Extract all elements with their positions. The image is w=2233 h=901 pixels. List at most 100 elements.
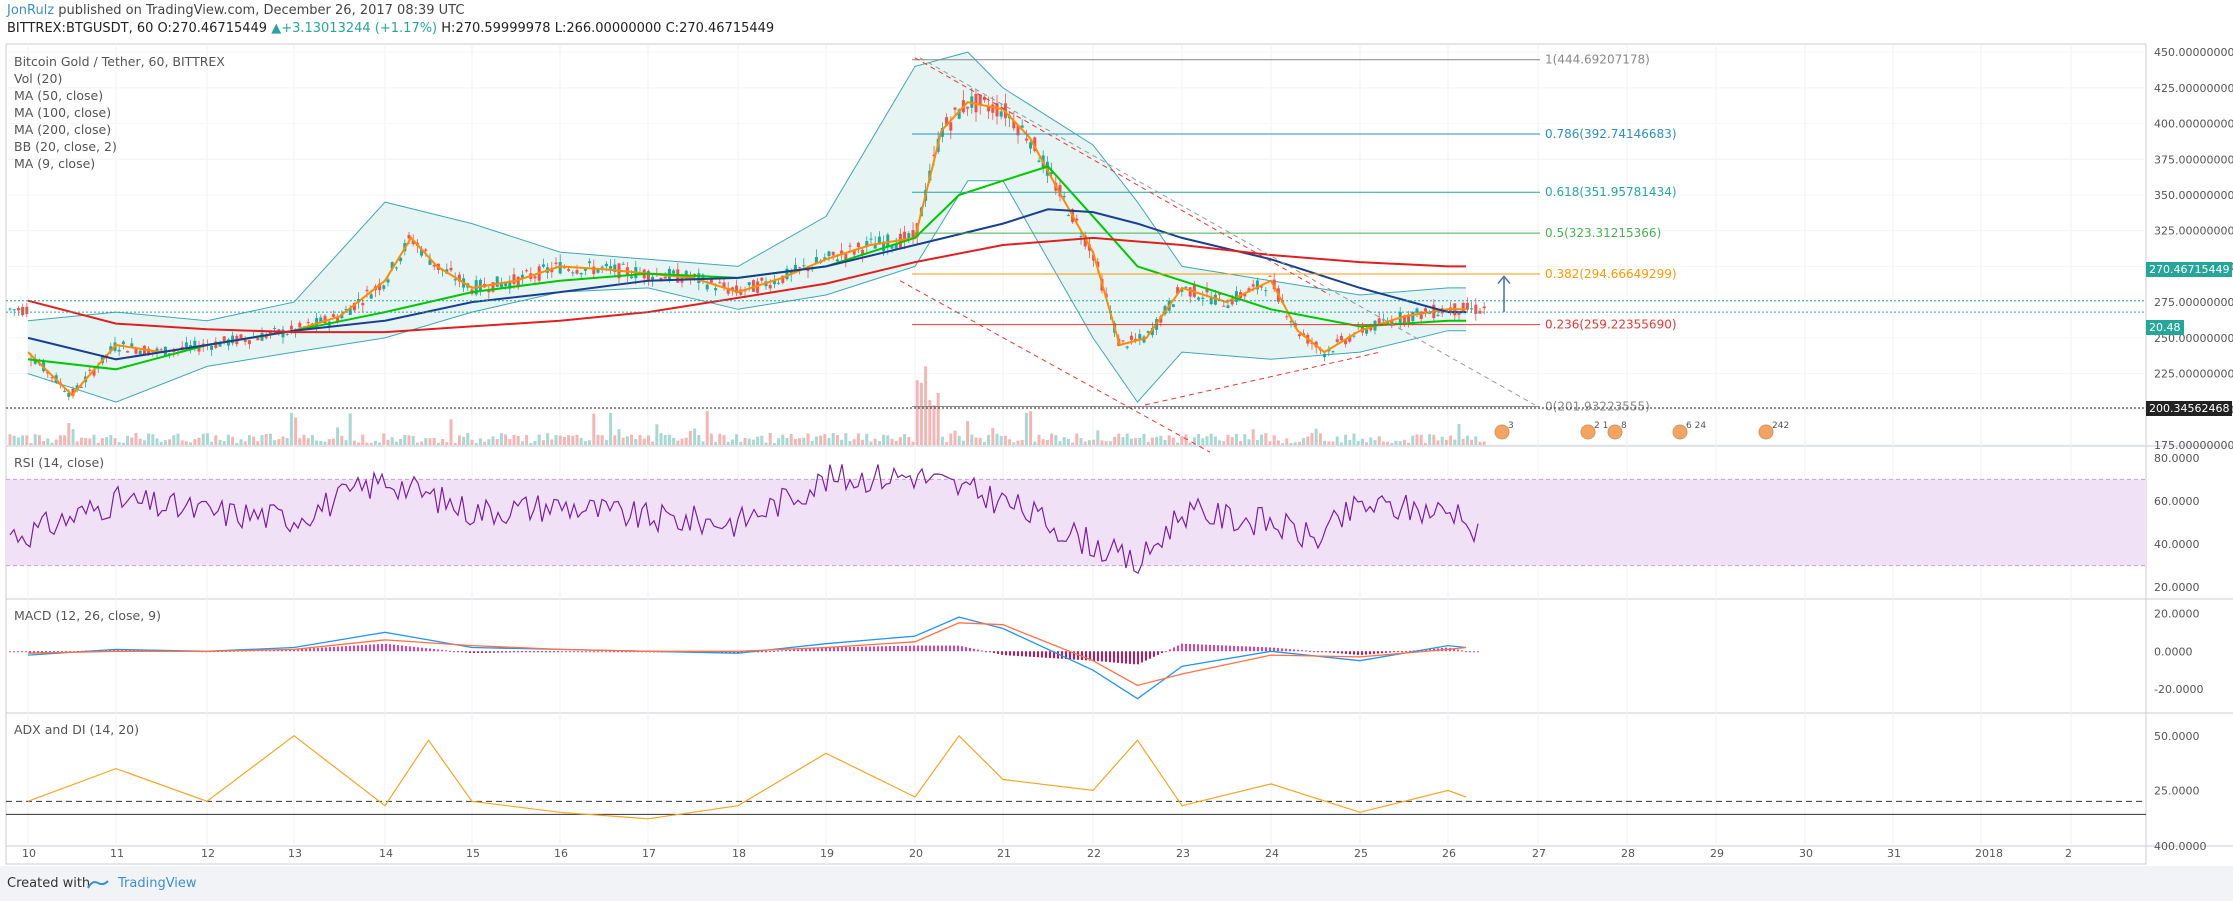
macd-hist-bar xyxy=(549,651,551,653)
macd-hist-bar xyxy=(841,647,843,652)
candle-body xyxy=(575,269,579,274)
volume-bar xyxy=(25,435,29,445)
rsi-pane-title[interactable]: RSI (14, close) xyxy=(14,455,104,470)
macd-hist-bar xyxy=(1405,651,1407,653)
macd-hist-bar xyxy=(525,651,527,653)
macd-hist-bar xyxy=(345,646,347,652)
macd-hist-bar xyxy=(441,649,443,652)
macd-hist-bar xyxy=(1301,650,1303,652)
volume-bar xyxy=(428,438,432,445)
volume-bar xyxy=(835,434,839,445)
candle-body xyxy=(361,302,365,306)
macd-hist-bar xyxy=(1241,646,1243,652)
fib-label-1: 1(444.69207178) xyxy=(1545,53,1650,67)
volume-bar xyxy=(491,436,495,445)
macd-hist-bar xyxy=(1217,645,1219,652)
volume-bar xyxy=(424,438,428,445)
volume-bar xyxy=(768,433,772,445)
price-chart[interactable]: 175.00000000200.00000000225.00000000250.… xyxy=(0,0,2233,866)
candle-body xyxy=(869,238,873,240)
macd-hist-bar xyxy=(1265,647,1267,652)
time-tick-label: 13 xyxy=(288,847,302,860)
volume-bar xyxy=(579,437,583,445)
legend-ma100[interactable]: MA (100, close) xyxy=(14,104,225,121)
tradingview-link[interactable]: TradingView xyxy=(118,876,197,891)
last-price-badge: 270.46715449 xyxy=(2146,262,2233,277)
volume-bar xyxy=(1255,440,1259,445)
macd-hist-bar xyxy=(1477,651,1479,653)
volume-bar xyxy=(987,434,991,445)
volume-bar xyxy=(1134,438,1138,445)
candle-body xyxy=(16,308,20,311)
volume-bar xyxy=(79,437,83,445)
volume-bar xyxy=(1470,439,1474,445)
volume-bar xyxy=(1461,438,1465,445)
macd-hist-bar xyxy=(1269,647,1271,652)
adx-pane-title[interactable]: ADX and DI (14, 20) xyxy=(14,722,139,737)
legend-symbol[interactable]: Bitcoin Gold / Tether, 60, BITTREX xyxy=(14,53,225,70)
legend-volume[interactable]: Vol (20) xyxy=(14,70,225,87)
macd-hist-bar xyxy=(1121,651,1123,664)
volume-bar xyxy=(1029,411,1033,445)
macd-pane-title[interactable]: MACD (12, 26, close, 9) xyxy=(14,608,161,623)
volume-bar xyxy=(1449,435,1453,445)
time-tick-label: 11 xyxy=(110,847,124,860)
candle-body xyxy=(8,308,12,310)
volume-bar xyxy=(1281,442,1285,445)
legend-ma9[interactable]: MA (9, close) xyxy=(14,155,225,172)
macd-hist-bar xyxy=(905,645,907,652)
legend-ma50[interactable]: MA (50, close) xyxy=(14,87,225,104)
volume-bar xyxy=(806,433,810,445)
volume-bar xyxy=(411,435,415,445)
macd-hist-bar xyxy=(401,645,403,652)
volume-bar xyxy=(1423,442,1427,445)
macd-hist-bar xyxy=(369,644,371,652)
candle-body xyxy=(663,276,667,279)
volume-bar xyxy=(1444,439,1448,445)
macd-hist-bar xyxy=(537,651,539,653)
macd-hist-bar xyxy=(833,647,835,652)
volume-bar xyxy=(1209,433,1213,445)
macd-hist-bar xyxy=(1001,651,1003,655)
volume-bar xyxy=(1465,435,1469,445)
volume-bar xyxy=(798,438,802,445)
adx-tick-label: 25.0000 xyxy=(2154,784,2200,797)
volume-bar xyxy=(642,438,646,445)
candle-body xyxy=(1222,305,1226,307)
macd-hist-bar xyxy=(613,651,615,653)
volume-bar xyxy=(256,441,260,445)
candle-body xyxy=(856,242,860,248)
macd-hist-bar xyxy=(1333,651,1335,653)
legend-ma200[interactable]: MA (200, close) xyxy=(14,121,225,138)
macd-hist-bar xyxy=(925,645,927,652)
volume-bar xyxy=(168,439,172,445)
macd-hist-bar xyxy=(1245,646,1247,652)
macd-hist-bar xyxy=(1377,651,1379,654)
macd-hist-bar xyxy=(965,647,967,652)
volume-bar xyxy=(667,434,671,445)
volume-bar xyxy=(915,380,919,445)
candle-body xyxy=(1188,287,1192,297)
adx-tick-label: 50.0000 xyxy=(2154,730,2200,743)
volume-bar xyxy=(264,433,268,445)
macd-hist-bar xyxy=(465,651,467,653)
macd-hist-bar xyxy=(857,646,859,652)
price-tick-label: 225.00000000 xyxy=(2154,368,2233,381)
legend-bb[interactable]: BB (20, close, 2) xyxy=(14,138,225,155)
time-tick-label: 19 xyxy=(820,847,834,860)
time-tick-label: 22 xyxy=(1087,847,1101,860)
candle-body xyxy=(256,337,260,341)
candle-body xyxy=(966,106,970,109)
volume-bar xyxy=(1310,433,1314,445)
volume-bar xyxy=(172,435,176,445)
macd-hist-bar xyxy=(1021,651,1023,657)
created-with-text: Created with xyxy=(7,876,91,891)
volume-bar xyxy=(1314,428,1318,445)
macd-hist-bar xyxy=(1093,651,1095,661)
volume-bar xyxy=(1247,439,1251,445)
macd-hist-bar xyxy=(361,645,363,652)
volume-bar xyxy=(743,437,747,445)
volume-bar xyxy=(126,435,130,445)
volume-bar xyxy=(382,433,386,445)
macd-signal-line xyxy=(27,622,1467,687)
